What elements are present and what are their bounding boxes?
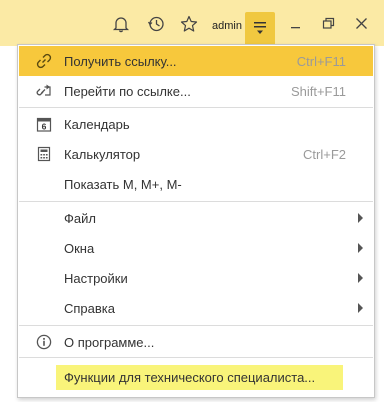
menu-item-label: Перейти по ссылке... xyxy=(64,84,191,99)
menu-item-label: Показать M, M+, M- xyxy=(64,177,182,192)
main-menu-icon xyxy=(254,22,266,34)
menu-item-get-link[interactable]: Получить ссылку... Ctrl+F11 xyxy=(19,46,373,76)
restore-icon[interactable] xyxy=(320,15,338,33)
bell-icon[interactable] xyxy=(112,15,130,33)
menu-item-hotkey: Shift+F11 xyxy=(290,84,346,99)
menu-item-show-memory[interactable]: Показать M, M+, M- xyxy=(19,169,373,199)
go-link-icon xyxy=(36,83,52,99)
menu-item-label: Календарь xyxy=(64,117,130,132)
calendar-icon: 6 xyxy=(36,116,52,132)
svg-text:6: 6 xyxy=(42,121,47,131)
calculator-icon xyxy=(36,146,52,162)
link-icon xyxy=(36,53,52,69)
menu-item-hotkey: Ctrl+F2 xyxy=(303,147,346,162)
menu-item-help[interactable]: Справка xyxy=(19,293,373,323)
main-menu-dropdown: Получить ссылку... Ctrl+F11 Перейти по с… xyxy=(17,44,375,398)
history-icon[interactable] xyxy=(147,15,165,33)
menu-item-label: Окна xyxy=(64,241,95,256)
menu-item-file[interactable]: Файл xyxy=(19,203,373,233)
menu-item-label: Справка xyxy=(64,301,115,316)
menu-separator xyxy=(19,107,373,108)
submenu-arrow-icon xyxy=(358,273,363,283)
menu-item-windows[interactable]: Окна xyxy=(19,233,373,263)
menu-item-hotkey: Ctrl+F11 xyxy=(296,54,346,69)
submenu-arrow-icon xyxy=(358,243,363,253)
menu-item-label: Функции для технического специалиста... xyxy=(64,370,316,385)
menu-item-calendar[interactable]: 6 Календарь xyxy=(19,109,373,139)
menu-item-label: Файл xyxy=(64,211,96,226)
menu-item-calculator[interactable]: Калькулятор Ctrl+F2 xyxy=(19,139,373,169)
menu-item-about[interactable]: О программе... xyxy=(19,327,373,357)
title-bar: admin xyxy=(0,0,384,46)
menu-separator xyxy=(19,201,373,202)
menu-item-label: Получить ссылку... xyxy=(64,54,177,69)
menu-item-label: О программе... xyxy=(64,335,155,350)
menu-separator xyxy=(19,357,373,358)
menu-item-label: Калькулятор xyxy=(64,147,141,162)
menu-item-go-to-link[interactable]: Перейти по ссылке... Shift+F11 xyxy=(19,76,373,106)
main-menu-button[interactable] xyxy=(245,12,275,46)
submenu-arrow-icon xyxy=(358,213,363,223)
menu-separator xyxy=(19,325,373,326)
user-name[interactable]: admin xyxy=(212,20,242,32)
close-icon[interactable] xyxy=(353,15,371,33)
minimize-icon[interactable] xyxy=(287,15,305,33)
menu-item-tech-specialist-functions[interactable]: Функции для технического специалиста... xyxy=(19,361,373,395)
submenu-arrow-icon xyxy=(358,303,363,313)
menu-item-settings[interactable]: Настройки xyxy=(19,263,373,293)
star-icon[interactable] xyxy=(180,15,198,33)
info-icon xyxy=(36,334,52,350)
menu-item-label: Настройки xyxy=(64,271,128,286)
